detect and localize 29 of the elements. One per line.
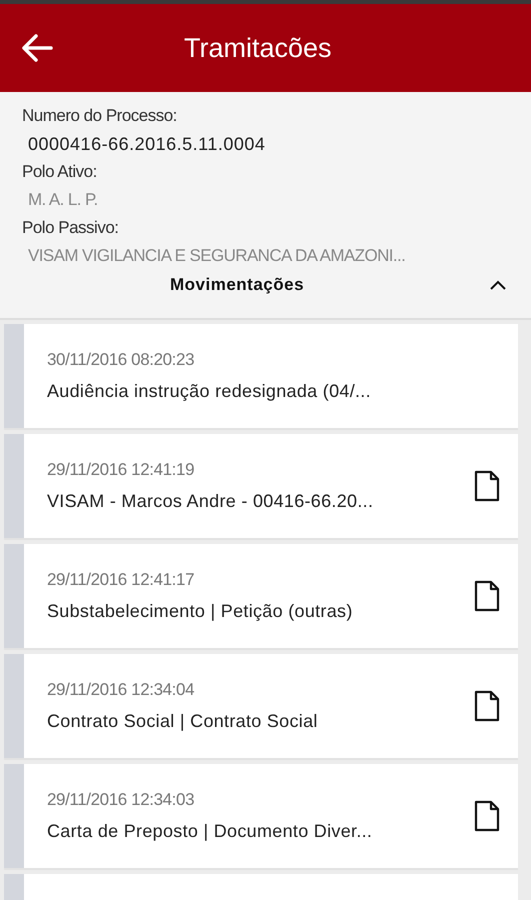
movement-date: 29/11/2016 12:34:03 xyxy=(47,788,196,811)
field-label: Polo Passivo: xyxy=(22,217,120,239)
movement-date: 29/11/2016 12:41:19 xyxy=(47,458,196,481)
movement-card[interactable]: 29/11/2016 12:41:19 VISAM - Marcos Andre - 00416-66.20... xyxy=(4,434,518,540)
movement-card[interactable]: 29/11/2016 12:41:17 Substabelecimento | Petição (outras) xyxy=(4,544,518,650)
movement-description: Substabelecimento | Petição (outras) xyxy=(47,600,354,624)
section-title: Movimentações xyxy=(170,274,304,296)
document-icon[interactable] xyxy=(474,690,500,722)
movement-card[interactable]: 29/11/2016 12:34:04 Contrato Social | Contrato Social xyxy=(4,654,518,760)
field-label: Polo Ativo: xyxy=(22,161,98,183)
movement-date: 29/11/2016 12:34:04 xyxy=(47,678,196,701)
movement-card[interactable]: 29/11/2016 12:34:03 Carta de Preposto | Documento Diver... xyxy=(4,764,518,870)
movement-description: Carta de Preposto | Documento Diver... xyxy=(47,820,374,844)
collapse-icon[interactable] xyxy=(489,278,507,291)
field-value: M. A. L. P. xyxy=(27,189,99,211)
field-value: 0000416-66.2016.5.11.0004 xyxy=(27,133,266,156)
field-value: VISAM VIGILANCIA E SEGURANCA DA AMAZONI... xyxy=(27,245,406,267)
document-icon[interactable] xyxy=(474,470,500,502)
document-icon[interactable] xyxy=(474,800,500,832)
movement-description: Contrato Social | Contrato Social xyxy=(47,710,319,734)
document-icon[interactable] xyxy=(474,580,500,612)
field-label: Numero do Processo: xyxy=(22,105,178,127)
movement-description: VISAM - Marcos Andre - 00416-66.20... xyxy=(47,490,374,514)
movement-date: 30/11/2016 08:20:23 xyxy=(47,348,196,371)
movement-description: Audiência instrução redesignada (04/... xyxy=(47,380,372,404)
page-title: Tramitacões xyxy=(184,32,332,65)
movement-card[interactable]: 30/11/2016 08:20:23 Audiência instrução redesignada (04/... xyxy=(4,324,518,430)
movement-date: 29/11/2016 12:41:17 xyxy=(47,568,196,591)
back-arrow-icon[interactable] xyxy=(21,33,53,63)
